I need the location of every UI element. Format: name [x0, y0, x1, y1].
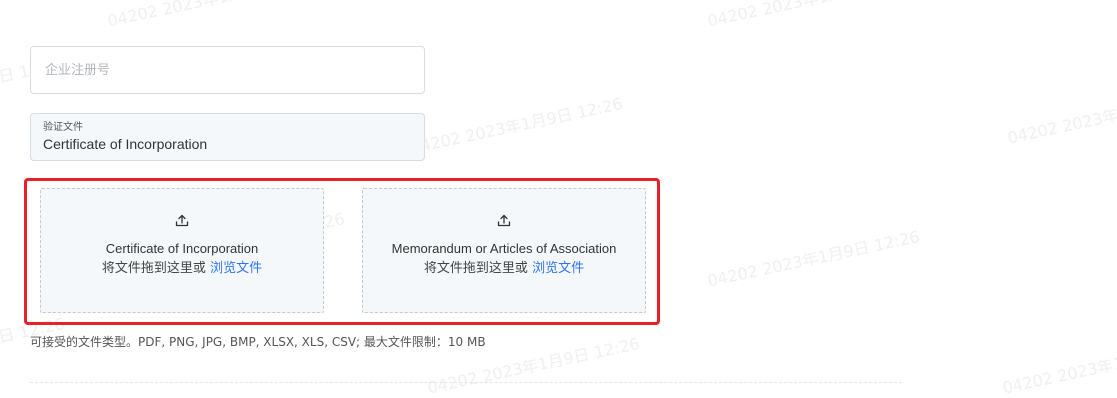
- watermark-text: 04202 2023年1月9日 12:26: [105, 0, 322, 31]
- verification-document-select[interactable]: 验证文件 Certificate of Incorporation: [30, 113, 425, 161]
- upload-icon: [175, 214, 189, 227]
- upload-dropzone-certificate[interactable]: Certificate of Incorporation 将文件拖到这里或 浏览…: [40, 188, 324, 313]
- browse-files-link[interactable]: 浏览文件: [532, 261, 584, 276]
- dropzone-hint-text: 将文件拖到这里或: [101, 261, 206, 276]
- section-divider: [30, 382, 902, 383]
- watermark-text: 04202 2023年1月9日 12:26: [705, 0, 922, 31]
- upload-dropzone-memorandum[interactable]: Memorandum or Articles of Association 将文…: [362, 188, 646, 313]
- verification-document-label: 验证文件: [43, 122, 83, 133]
- dropzone-title: Memorandum or Articles of Association: [391, 241, 617, 256]
- watermark-text: 04202 2023年1月9日 12:26: [705, 226, 922, 291]
- registration-number-field[interactable]: [30, 46, 425, 94]
- dropzone-title: Certificate of Incorporation: [105, 241, 259, 256]
- watermark-text: 04202 2023年1月9日 12:26: [1000, 334, 1117, 398]
- verification-document-value: Certificate of Incorporation: [43, 136, 208, 152]
- registration-number-input[interactable]: [31, 47, 424, 93]
- accepted-file-types-text: 可接受的文件类型。PDF, PNG, JPG, BMP, XLSX, XLS, …: [30, 335, 486, 349]
- dropzone-hint: 将文件拖到这里或 浏览文件: [41, 260, 323, 278]
- watermark-text: 04202 2023年1月9日 12:26: [1005, 84, 1117, 148]
- browse-files-link[interactable]: 浏览文件: [210, 261, 262, 276]
- watermark-text: 04202 2023年1月9日 12:26: [408, 93, 625, 158]
- upload-icon: [497, 214, 511, 227]
- dropzone-hint-text: 将文件拖到这里或: [423, 261, 528, 276]
- dropzone-hint: 将文件拖到这里或 浏览文件: [363, 260, 645, 278]
